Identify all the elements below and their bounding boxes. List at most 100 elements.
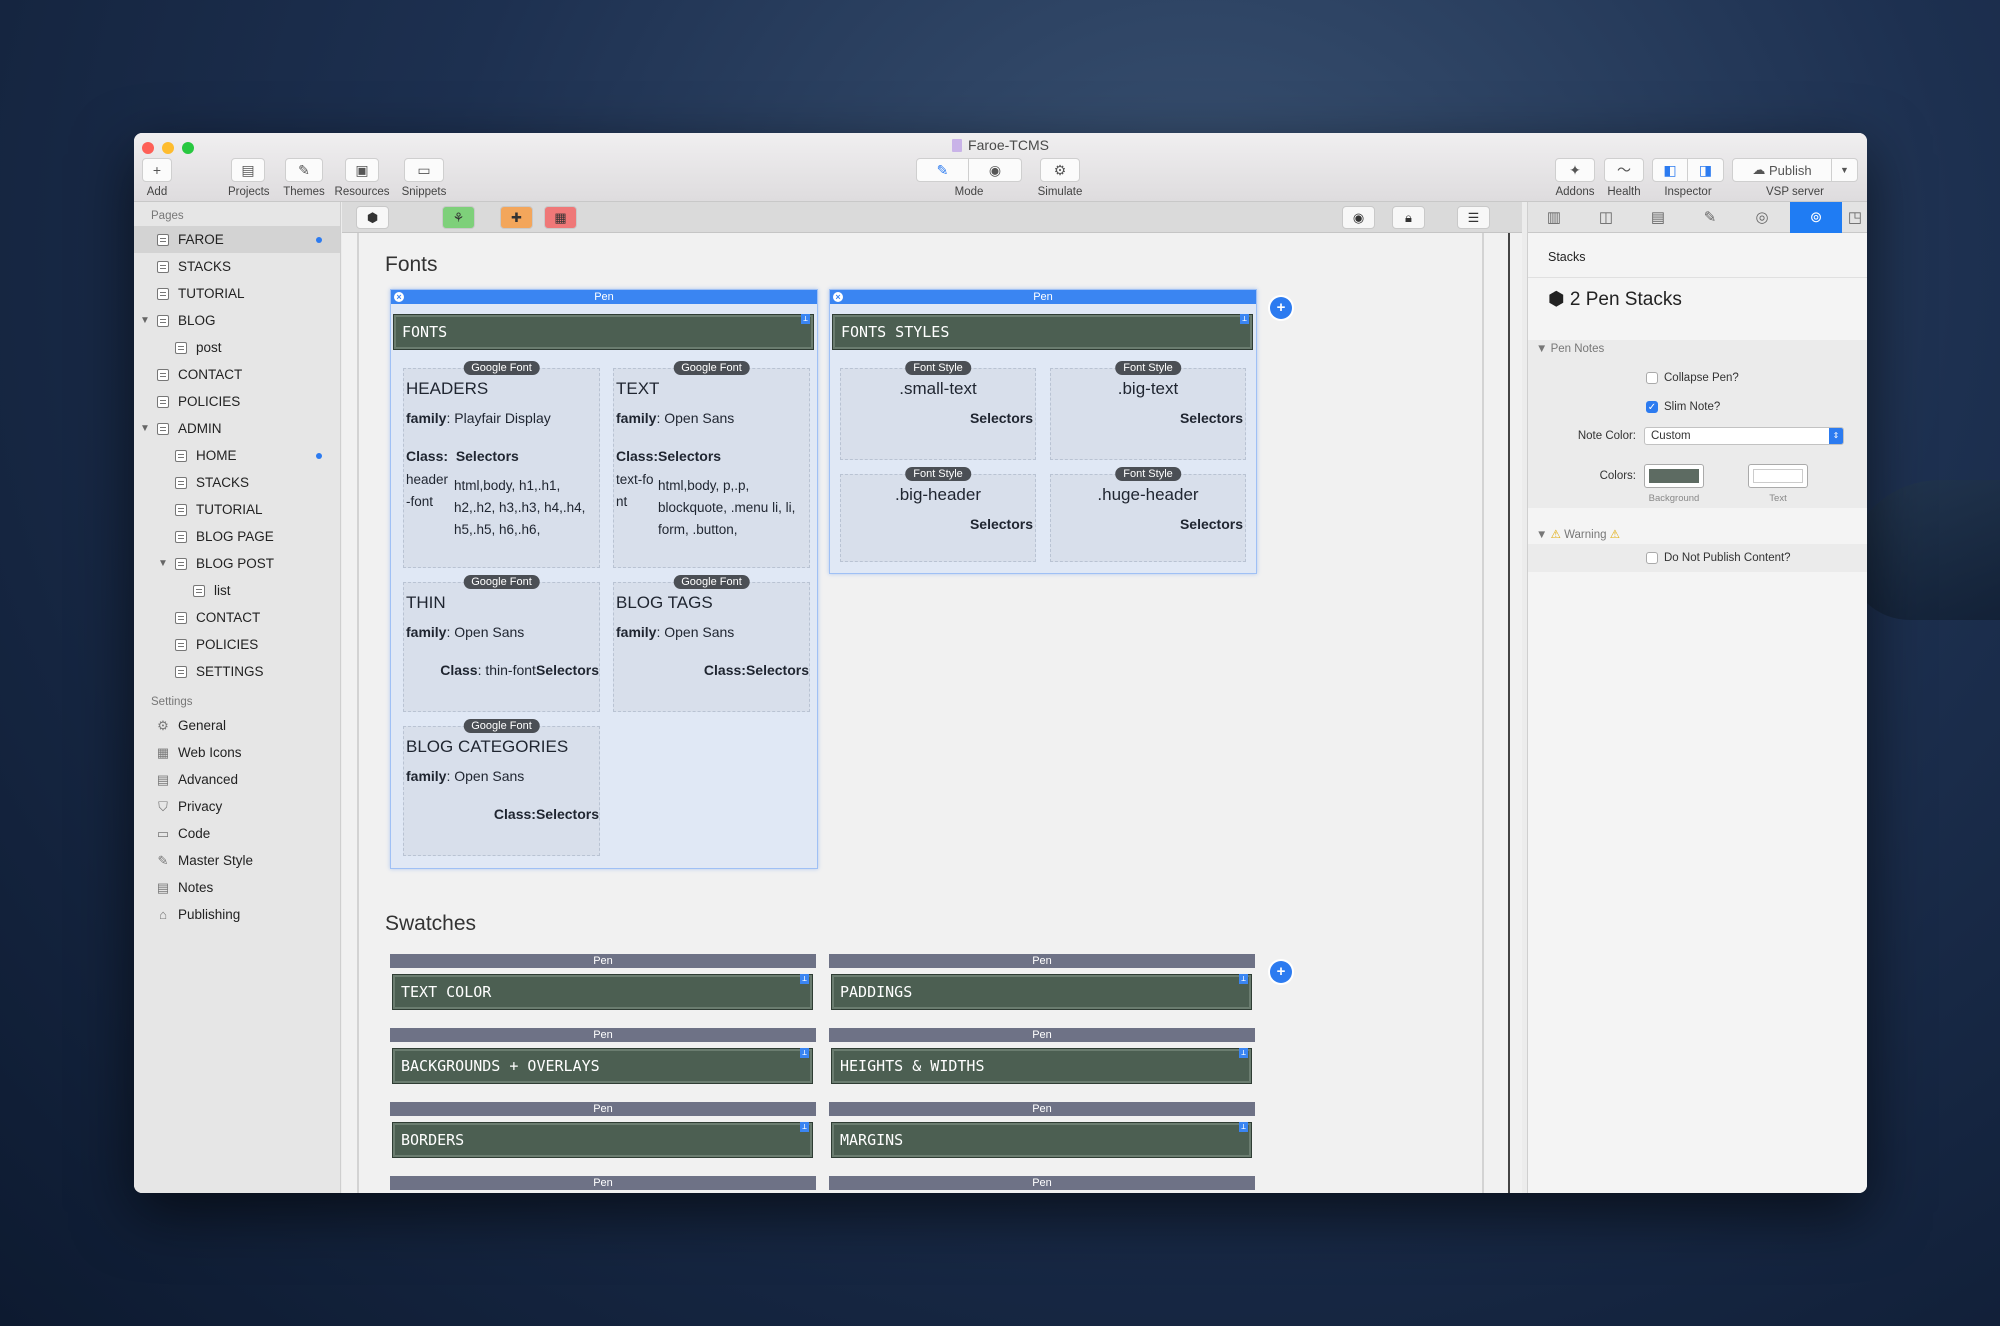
tag-inspector-icon[interactable]: ✎	[1684, 202, 1736, 233]
add-tool[interactable]: + Add	[142, 158, 172, 198]
stacks-inspector-icon[interactable]: ⊚	[1790, 202, 1842, 233]
publish-button[interactable]: ☁ Publish	[1732, 158, 1832, 182]
preview-mode-icon[interactable]: ◉	[969, 158, 1022, 182]
pen-bar-paddings[interactable]: Pen	[829, 954, 1255, 968]
swatch-paddings[interactable]: PADDINGS ⊥	[831, 974, 1252, 1010]
swatch-borders[interactable]: BORDERS ⊥	[392, 1122, 813, 1158]
sidebar-page-home[interactable]: HOME	[134, 442, 340, 469]
pin-icon[interactable]: ⊥	[800, 1048, 809, 1058]
simulate-tool[interactable]: ⚙ Simulate	[1030, 158, 1090, 198]
sidebar-page-contact[interactable]: CONTACT	[134, 361, 340, 388]
addons-tool[interactable]: ✦ Addons	[1552, 158, 1598, 198]
detach-icon[interactable]: ◳	[1842, 202, 1867, 233]
font-card-thin[interactable]: Google Font THIN family: Open Sans Class…	[403, 575, 600, 712]
sidebar-page-tutorial[interactable]: TUTORIAL	[134, 280, 340, 307]
sidebar-page-policies[interactable]: POLICIES	[134, 388, 340, 415]
warning-toggle[interactable]: ▼ ⚠ Warning ⚠	[1536, 527, 1620, 541]
font-card-text[interactable]: Google Font TEXT family: Open Sans Class…	[613, 361, 810, 568]
health-tool[interactable]: 〜 Health	[1602, 158, 1646, 198]
publish-tool[interactable]: ☁ Publish ▼ VSP server	[1732, 158, 1858, 198]
text-color-well[interactable]	[1748, 464, 1808, 488]
grid-icon[interactable]: ▦	[544, 206, 577, 229]
pen-bar-next-right[interactable]: Pen	[829, 1176, 1255, 1190]
sidebar-page-list[interactable]: list	[134, 577, 340, 604]
pen-notes-toggle[interactable]: ▼ Pen Notes	[1536, 343, 1604, 355]
collapse-pen-checkbox[interactable]	[1646, 372, 1658, 384]
close-icon[interactable]: ×	[394, 292, 404, 302]
header-inspector-icon[interactable]: ▤	[1632, 202, 1684, 233]
sidebar-page-faroe[interactable]: FAROE	[134, 226, 340, 253]
sidebar-page-post[interactable]: post	[134, 334, 340, 361]
disclosure-triangle-icon[interactable]: ▼	[158, 550, 168, 577]
swatch-margins[interactable]: MARGINS ⊥	[831, 1122, 1252, 1158]
swatch-heights-widths[interactable]: HEIGHTS & WIDTHS ⊥	[831, 1048, 1252, 1084]
pin-icon[interactable]: ⊥	[800, 974, 809, 984]
target-inspector-icon[interactable]: ◎	[1736, 202, 1788, 233]
publish-menu-icon[interactable]: ▼	[1832, 158, 1858, 182]
settings-item-advanced[interactable]: ▤ Advanced	[134, 766, 340, 793]
sidebar-page-blog[interactable]: ▼ BLOG	[134, 307, 340, 334]
sidebar-page-tutorial[interactable]: TUTORIAL	[134, 496, 340, 523]
settings-item-publishing[interactable]: ⌂ Publishing	[134, 901, 340, 928]
plugin-icon[interactable]: ✚	[500, 206, 533, 229]
pen-bar-next-left[interactable]: Pen	[390, 1176, 816, 1190]
sidebar-page-blog-post[interactable]: ▼ BLOG POST	[134, 550, 340, 577]
settings-item-code[interactable]: ▭ Code	[134, 820, 340, 847]
eye-icon[interactable]: ◉	[1342, 206, 1375, 229]
settings-item-general[interactable]: ⚙ General	[134, 712, 340, 739]
stacks-library-icon[interactable]: ⬢	[356, 206, 389, 229]
pen-bar-margins[interactable]: Pen	[829, 1102, 1255, 1116]
pin-icon[interactable]: ⊥	[800, 1122, 809, 1132]
settings-item-web-icons[interactable]: ▦ Web Icons	[134, 739, 340, 766]
add-stack-button-swatches[interactable]: +	[1270, 961, 1292, 983]
resources-tool[interactable]: ▣ Resources	[332, 158, 392, 198]
pen-bar-text-color[interactable]: Pen	[390, 954, 816, 968]
sidebar-page-policies[interactable]: POLICIES	[134, 631, 340, 658]
sidebar-page-blog-page[interactable]: BLOG PAGE	[134, 523, 340, 550]
sidebar-right-icon[interactable]: ◨	[1688, 158, 1724, 182]
swatch-backgrounds[interactable]: BACKGROUNDS + OVERLAYS ⊥	[392, 1048, 813, 1084]
sidebar-page-settings[interactable]: SETTINGS	[134, 658, 340, 685]
note-color-select[interactable]: Custom ⇕	[1644, 427, 1844, 445]
pin-icon[interactable]: ⊥	[801, 314, 810, 324]
settings-item-privacy[interactable]: ⛉ Privacy	[134, 793, 340, 820]
mode-tool[interactable]: ✎ ◉ Mode	[916, 158, 1022, 198]
lock-icon[interactable]: 🔒︎	[1392, 206, 1425, 229]
inspector-tool[interactable]: ◧ ◨ Inspector	[1652, 158, 1724, 198]
pen-bar-heights[interactable]: Pen	[829, 1028, 1255, 1042]
layout-inspector-icon[interactable]: ◫	[1580, 202, 1632, 233]
slim-note-checkbox[interactable]: ✓	[1646, 401, 1658, 413]
pen-bar-backgrounds[interactable]: Pen	[390, 1028, 816, 1042]
sliders-icon[interactable]: ☰	[1457, 206, 1490, 229]
do-not-publish-checkbox[interactable]	[1646, 552, 1658, 564]
stack-group-icon[interactable]: ⚘	[442, 206, 475, 229]
style-card-small-text[interactable]: Font Style .small-text Selectors	[840, 361, 1036, 460]
disclosure-triangle-icon[interactable]: ▼	[140, 307, 150, 334]
settings-item-master-style[interactable]: ✎ Master Style	[134, 847, 340, 874]
pen-font-styles[interactable]: × Pen FONTS STYLES ⊥ Font Style .small-text…	[829, 289, 1257, 574]
swatch-text-color[interactable]: TEXT COLOR ⊥	[392, 974, 813, 1010]
edit-mode-icon[interactable]: ✎	[916, 158, 969, 182]
sidebar-left-icon[interactable]: ◧	[1652, 158, 1688, 182]
add-stack-button[interactable]: +	[1270, 297, 1292, 319]
style-card-big-text[interactable]: Font Style .big-text Selectors	[1050, 361, 1246, 460]
sidebar-page-stacks[interactable]: STACKS	[134, 469, 340, 496]
style-card-huge-header[interactable]: Font Style .huge-header Selectors	[1050, 467, 1246, 562]
snippets-tool[interactable]: ▭ Snippets	[398, 158, 450, 198]
pin-icon[interactable]: ⊥	[1239, 1122, 1248, 1132]
pen-fonts[interactable]: × Pen FONTS ⊥ Google Font HEADERS family: …	[390, 289, 818, 869]
font-card-headers[interactable]: Google Font HEADERS family: Playfair Dis…	[403, 361, 600, 568]
sidebar-page-admin[interactable]: ▼ ADMIN	[134, 415, 340, 442]
style-card-big-header[interactable]: Font Style .big-header Selectors	[840, 467, 1036, 562]
pen-bar-borders[interactable]: Pen	[390, 1102, 816, 1116]
settings-item-notes[interactable]: ▤ Notes	[134, 874, 340, 901]
projects-tool[interactable]: ▤ Projects	[228, 158, 270, 198]
background-color-well[interactable]	[1644, 464, 1704, 488]
pin-icon[interactable]: ⊥	[1239, 1048, 1248, 1058]
sidebar-page-contact[interactable]: CONTACT	[134, 604, 340, 631]
pin-icon[interactable]: ⊥	[1240, 314, 1249, 324]
close-icon[interactable]: ×	[833, 292, 843, 302]
font-card-blog-tags[interactable]: Google Font BLOG TAGS family: Open Sans …	[613, 575, 810, 712]
pin-icon[interactable]: ⊥	[1239, 974, 1248, 984]
page-inspector-icon[interactable]: ▥	[1528, 202, 1580, 233]
